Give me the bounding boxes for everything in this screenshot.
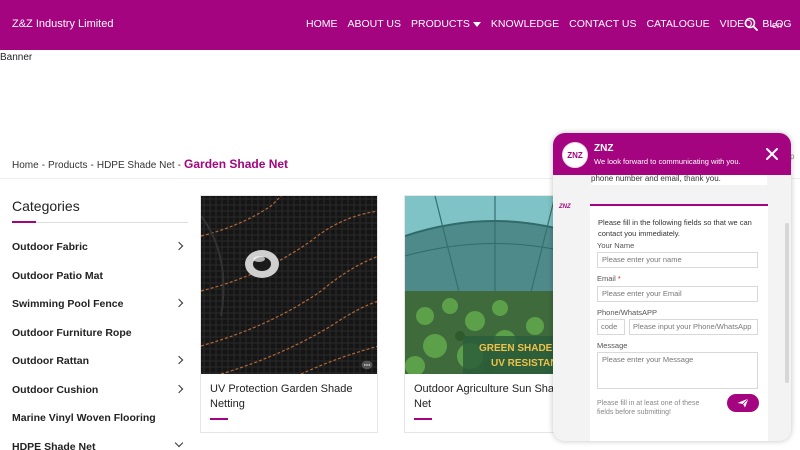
email-field[interactable]: Please enter your Email: [597, 286, 758, 302]
email-label: Email *: [597, 274, 621, 283]
category-item-outdoor-cushion[interactable]: Outdoor Cushion: [12, 379, 188, 408]
page: Z&Z Industry Limited HOME ABOUT US PRODU…: [0, 0, 800, 450]
form-note: Please fill in at least one of these fie…: [597, 400, 700, 416]
product-title[interactable]: UV Protection Garden Shade Netting: [210, 382, 372, 412]
name-field[interactable]: Please enter your name: [597, 252, 758, 268]
product-image[interactable]: [201, 196, 377, 374]
category-item-outdoor-rattan[interactable]: Outdoor Rattan: [12, 350, 188, 379]
email-label-text: Email: [597, 274, 616, 283]
breadcrumb-hdpe-shade-net[interactable]: HDPE Shade Net: [97, 160, 175, 171]
categories-underline: [12, 221, 188, 223]
nav-knowledge[interactable]: KNOWLEDGE: [491, 18, 559, 30]
category-item-hdpe-shade-net[interactable]: HDPE Shade Net: [12, 436, 188, 450]
category-label: Swimming Pool Fence: [12, 298, 124, 310]
site-logo-text[interactable]: Z&Z Industry Limited: [12, 18, 113, 30]
chevron-right-icon[interactable]: [174, 384, 184, 393]
category-item-swimming-pool-fence[interactable]: Swimming Pool Fence: [12, 293, 188, 322]
shade-net-photo: [201, 196, 377, 374]
chat-agent-name: ZNZ: [594, 143, 614, 154]
site-header: Z&Z Industry Limited HOME ABOUT US PRODU…: [0, 0, 800, 50]
nav-about-label: ABOUT US: [347, 18, 401, 30]
nav-about-us[interactable]: ABOUT US: [348, 18, 401, 30]
close-icon[interactable]: [765, 147, 779, 161]
nav-home[interactable]: HOME: [306, 18, 338, 30]
language-selector[interactable]: en: [772, 20, 782, 30]
phone-field[interactable]: Please input your Phone/WhatsApp: [629, 319, 758, 335]
name-label: Your Name: [597, 241, 635, 250]
chat-bubble-icon[interactable]: [361, 360, 373, 370]
breadcrumb-home[interactable]: Home: [12, 160, 39, 171]
required-marker: *: [617, 274, 621, 283]
chat-subtitle: We look forward to communicating with yo…: [594, 157, 741, 166]
nav-home-label: HOME: [306, 18, 338, 30]
nav-knowledge-label: KNOWLEDGE: [490, 18, 560, 30]
breadcrumb-separator: -: [41, 160, 46, 171]
category-label: Outdoor Rattan: [12, 355, 89, 367]
product-underline: [210, 418, 228, 420]
chevron-down-icon: [472, 21, 481, 27]
nav-products-label: PRODUCTS: [410, 18, 470, 30]
chat-widget: ZNZ ZNZ We look forward to communicating…: [553, 133, 791, 441]
send-button[interactable]: [727, 394, 759, 412]
breadcrumb-separator: -: [177, 160, 182, 171]
chevron-right-icon[interactable]: [174, 241, 184, 251]
banner-placeholder: Banner: [0, 52, 33, 63]
avatar: ZNZ: [562, 142, 588, 168]
product-card[interactable]: UV Protection Garden Shade Netting: [200, 195, 378, 433]
category-list: Outdoor Fabric Outdoor Patio Mat Swimmin…: [12, 236, 188, 450]
category-label: Outdoor Fabric: [12, 241, 88, 253]
message-field[interactable]: Please enter your Message: [597, 352, 758, 389]
chat-scrollbar[interactable]: [785, 223, 789, 383]
chevron-right-icon[interactable]: [174, 355, 184, 365]
nav-catalogue[interactable]: CATALOGUE: [646, 18, 709, 30]
nav-contact-us[interactable]: CONTACT US: [569, 18, 636, 30]
nav-contact-label: CONTACT US: [569, 18, 637, 30]
previous-message: phone number and email, thank you.: [591, 175, 767, 185]
breadcrumb-current: Garden Shade Net: [184, 157, 289, 171]
category-label: Marine Vinyl Woven Flooring: [12, 412, 156, 424]
category-label: HDPE Shade Net: [12, 440, 96, 450]
send-icon: [737, 398, 749, 408]
form-logo: ZNZ: [559, 204, 571, 210]
category-item-marine-vinyl-woven-flooring[interactable]: Marine Vinyl Woven Flooring: [12, 407, 188, 436]
message-label: Message: [597, 341, 628, 350]
product-underline: [414, 418, 432, 420]
breadcrumb: Home - Products - HDPE Shade Net - Garde…: [12, 157, 288, 171]
category-item-outdoor-fabric[interactable]: Outdoor Fabric: [12, 236, 188, 265]
country-code-field[interactable]: code: [597, 319, 625, 335]
search-icon[interactable]: [744, 17, 758, 31]
breadcrumb-separator: -: [90, 160, 94, 171]
chat-header: ZNZ ZNZ We look forward to communicating…: [553, 133, 791, 175]
product-title[interactable]: Outdoor Agriculture Sun Shade Net: [414, 382, 576, 412]
phone-label: Phone/WhatsAPP: [597, 308, 658, 317]
category-item-outdoor-furniture-rope[interactable]: Outdoor Furniture Rope: [12, 322, 188, 351]
nav-products[interactable]: PRODUCTS: [411, 18, 481, 30]
chevron-down-icon[interactable]: [174, 438, 184, 447]
category-label: Outdoor Patio Mat: [12, 269, 103, 282]
form-intro: Please fill in the following fields so t…: [598, 218, 752, 238]
main-nav: HOME ABOUT US PRODUCTS KNOWLEDGE CONTACT…: [306, 18, 800, 30]
nav-catalogue-label: CATALOGUE: [646, 18, 710, 30]
category-item-outdoor-patio-mat[interactable]: Outdoor Patio Mat: [12, 265, 188, 294]
categories-title: Categories: [12, 198, 80, 214]
category-label: Outdoor Furniture Rope: [12, 326, 132, 339]
category-label: Outdoor Cushion: [12, 383, 99, 396]
breadcrumb-products[interactable]: Products: [48, 160, 87, 171]
chevron-right-icon[interactable]: [174, 298, 184, 308]
